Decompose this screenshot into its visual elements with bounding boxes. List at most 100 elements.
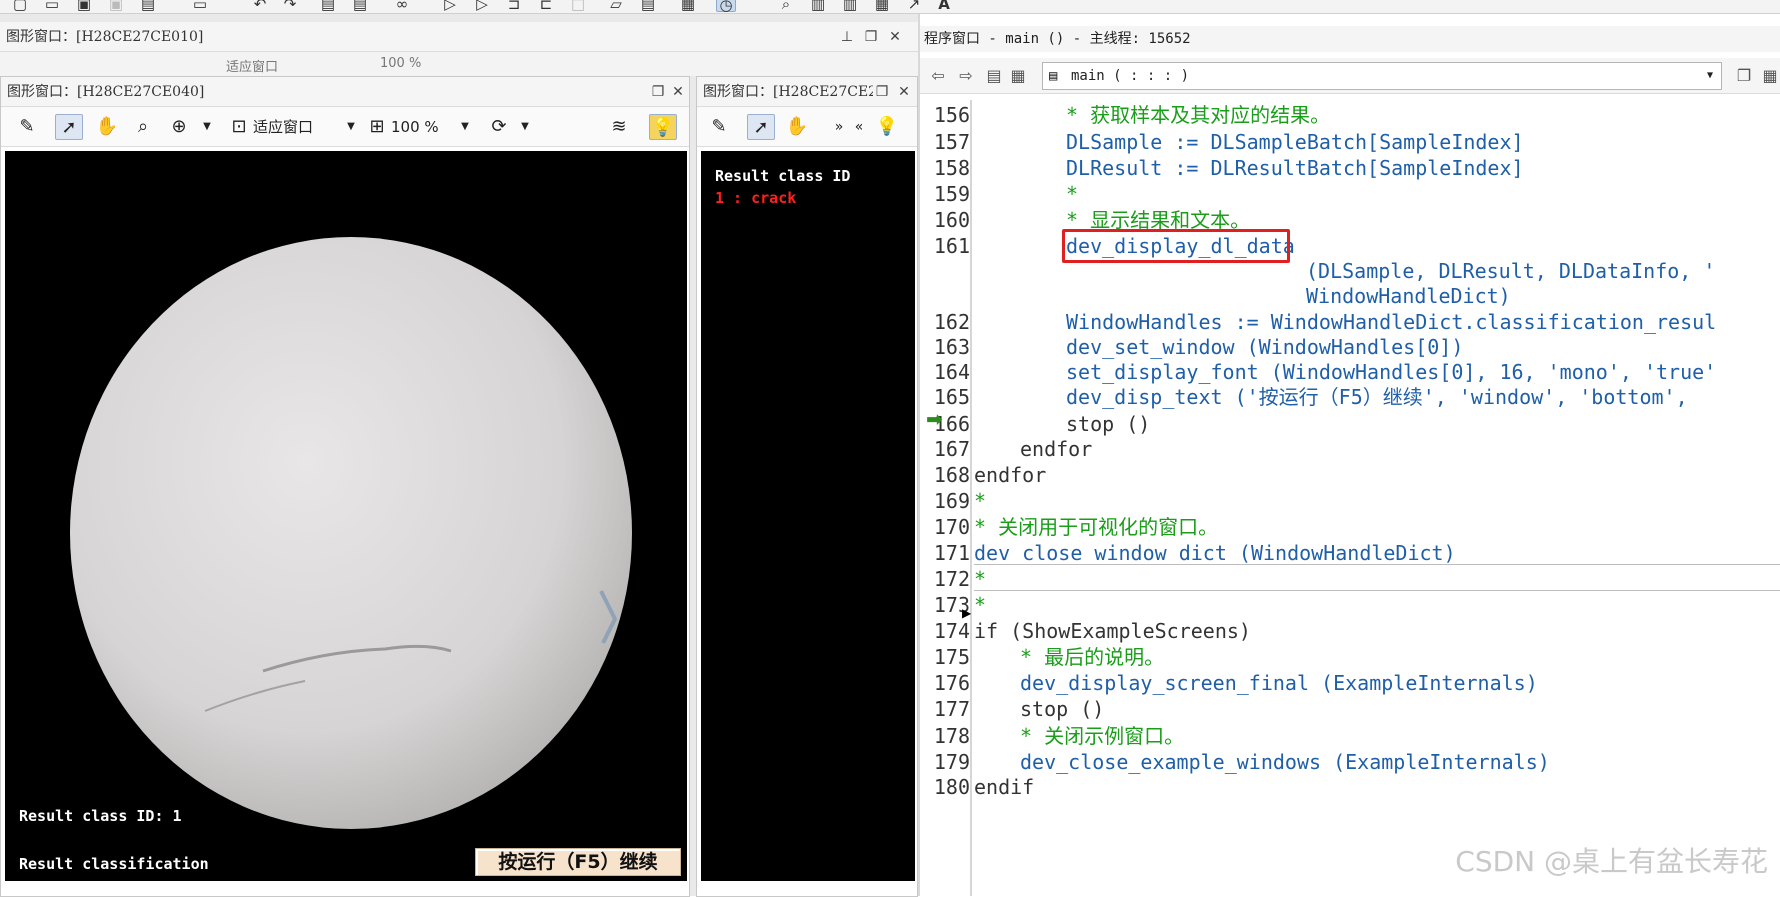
stop-icon: □: [570, 0, 586, 13]
continue-f5-button[interactable]: 按运行（F5）继续: [475, 848, 681, 876]
code-line[interactable]: dev_disp_text ('按运行（F5）继续', 'window', 'b…: [1066, 382, 1688, 412]
code-line[interactable]: DLResult := DLResultBatch[SampleIndex]: [1066, 153, 1524, 183]
layers-icon[interactable]: ≋: [605, 114, 633, 140]
clipboard-icon[interactable]: ▤: [982, 64, 1006, 88]
main-window-title-text: 图形窗口：[H28CE27CE040]: [7, 84, 205, 100]
code-line[interactable]: * 获取样本及其对应的结果。: [1066, 100, 1330, 130]
procedure-icon: ▤: [1049, 68, 1058, 84]
save-all-icon[interactable]: ▤: [138, 0, 158, 12]
hand-icon[interactable]: ✋: [93, 114, 121, 140]
binoculars-icon[interactable]: ∞: [392, 0, 412, 12]
main-window-toolbar: ✎ ➚ ✋ ⌕ ⊕ ▼ ⊡ 适应窗口 ▼ ⊞ 100 % ▼ ⟳ ▼ ≋ 💡: [1, 107, 689, 147]
back-graphics-window-title: 图形窗口：[H28CE27CE010] ⊥ ❐ ✕: [0, 22, 918, 52]
shape-tool-icon[interactable]: ⟳: [485, 114, 513, 140]
side-window-title-text: 图形窗口：[H28CE27CE2: [703, 84, 878, 100]
back-fit-label[interactable]: 适应窗口: [226, 56, 278, 75]
chart2-icon[interactable]: ▥: [840, 0, 860, 12]
hand-icon[interactable]: ✋: [783, 114, 811, 140]
pointer-icon[interactable]: ➚: [55, 114, 83, 140]
collapse-icon[interactable]: «: [845, 114, 873, 140]
code-editor[interactable]: 156 157 158 159 160 161 162 163 164 165 166 167 168 1…: [920, 100, 1780, 896]
code-line[interactable]: endif: [974, 772, 1034, 802]
main-window-title: 图形窗口：[H28CE27CE040] ❐ ✕: [1, 77, 689, 107]
legend-heading: Result class ID: [715, 167, 851, 185]
lightbulb-icon[interactable]: 💡: [649, 114, 677, 140]
run-icon[interactable]: ▷: [440, 0, 460, 12]
print-icon[interactable]: ▭: [190, 0, 210, 12]
back-window-title-text: 图形窗口：[H28CE27CE010]: [6, 29, 204, 45]
list-icon[interactable]: ▤: [638, 0, 658, 12]
clear-brush-icon[interactable]: ✎: [705, 114, 733, 140]
fit-window-label[interactable]: 适应窗口: [253, 114, 313, 140]
zoom-grid-icon[interactable]: ⊞: [363, 114, 391, 140]
font-icon[interactable]: A: [934, 0, 954, 12]
line-number: 161: [933, 234, 970, 258]
redo-icon[interactable]: ↷: [280, 0, 300, 12]
line-number: 156: [933, 103, 970, 127]
grid-icon[interactable]: ▦: [872, 0, 892, 12]
restore-icon[interactable]: ❐: [649, 77, 667, 106]
graphics-window-side: 图形窗口：[H28CE27CE2 ❐ ✕ ✎ ➚ ✋ » « 💡 Result …: [696, 76, 918, 897]
chevron-down-icon[interactable]: ▼: [451, 114, 479, 140]
chevron-down-icon[interactable]: ▼: [1707, 63, 1713, 89]
chart-icon[interactable]: ▥: [808, 0, 828, 12]
step-over-icon[interactable]: ⊐: [504, 0, 524, 12]
result-caption: Result classification: [19, 855, 209, 873]
back-window-toolbar: 适应窗口 100 %: [0, 52, 918, 76]
separator-line: [974, 564, 1780, 565]
pointer-icon[interactable]: ➚: [747, 114, 775, 140]
watermark: CSDN @桌上有盆长寿花: [1455, 845, 1768, 878]
pin-icon[interactable]: ⊥: [838, 22, 856, 51]
code-line[interactable]: stop (): [1020, 694, 1104, 724]
back-zoom-label[interactable]: 100 %: [380, 56, 421, 71]
graphics-window-main: 图形窗口：[H28CE27CE040] ❐ ✕ ✎ ➚ ✋ ⌕ ⊕ ▼ ⊡ 适应…: [0, 76, 690, 897]
save-icon[interactable]: ▣: [74, 0, 94, 12]
chevron-down-icon[interactable]: ▼: [337, 114, 365, 140]
remove-breakpoint-icon[interactable]: ▤: [350, 0, 370, 12]
class-legend-canvas[interactable]: Result class ID 1 : crack: [701, 151, 915, 881]
chevron-down-icon[interactable]: ▼: [511, 114, 539, 140]
code-line[interactable]: dev_close_example_windows (ExampleIntern…: [1020, 747, 1550, 777]
lightbulb-icon[interactable]: 💡: [873, 114, 901, 140]
magnifier-icon[interactable]: ⌕: [129, 114, 157, 140]
add-breakpoint-icon[interactable]: ▤: [318, 0, 338, 12]
side-window-toolbar: ✎ ➚ ✋ » « 💡: [697, 107, 917, 147]
close-icon[interactable]: ✕: [886, 22, 904, 51]
image-icon[interactable]: ▦: [678, 0, 698, 12]
line-number-gutter: 156 157 158 159 160 161 162 163 164 165 166 167 168 1…: [920, 100, 972, 896]
forward-arrow-icon[interactable]: ⇨: [954, 64, 978, 88]
program-window: 程序窗口 - main () - 主线程: 15652 ⇦ ⇨ ▤ ▦ ❐ ▦ …: [918, 14, 1780, 896]
clock-icon[interactable]: ◷: [716, 0, 736, 13]
chevron-down-icon[interactable]: ▼: [193, 114, 221, 140]
main-toolbar: ▢ ▭ ▣ ▣ ▤ ▭ ↶ ↷ ▤ ▤ ∞ ▷ ▷ ⊐ ⊏ □ ▱ ▤ ▦ ◷ …: [0, 0, 1780, 14]
close-icon[interactable]: ✕: [895, 77, 913, 106]
step-into-icon[interactable]: ⊏: [536, 0, 556, 12]
line-icon[interactable]: ↗: [904, 0, 924, 12]
restore-icon[interactable]: ❐: [862, 22, 880, 51]
undo-icon[interactable]: ↶: [250, 0, 270, 12]
close-icon[interactable]: ✕: [669, 77, 687, 106]
procedure-name: main ( : : : ): [1071, 68, 1190, 84]
step-icon[interactable]: ▷: [472, 0, 492, 12]
pill-shape: [70, 237, 632, 829]
settings-icon[interactable]: ▦: [1758, 64, 1780, 88]
graphics-area: 图形窗口：[H28CE27CE010] ⊥ ❐ ✕ 适应窗口 100 % 图形窗…: [0, 14, 918, 897]
pill-image: [70, 237, 632, 829]
back-arrow-icon[interactable]: ⇦: [926, 64, 950, 88]
new-file-icon[interactable]: ▢: [10, 0, 30, 12]
image-canvas[interactable]: Result class ID: 1 Result classification…: [5, 151, 687, 881]
fit-window-icon[interactable]: ⊡: [225, 114, 253, 140]
insert-icon[interactable]: ▱: [606, 0, 626, 12]
restore-icon[interactable]: ❐: [873, 77, 891, 106]
program-counter-arrow-icon: ➡: [926, 407, 943, 431]
search-icon[interactable]: ⌕: [776, 0, 796, 12]
result-class-text: Result class ID: 1: [19, 807, 182, 825]
procedure-select[interactable]: ▤ main ( : : : ) ▼: [1042, 62, 1722, 90]
line-number: 180: [933, 775, 970, 799]
zoom-value[interactable]: 100 %: [391, 114, 439, 140]
open-icon[interactable]: ▭: [42, 0, 62, 12]
copy-icon[interactable]: ❐: [1732, 64, 1756, 88]
clear-brush-icon[interactable]: ✎: [13, 114, 41, 140]
zoom-in-icon[interactable]: ⊕: [165, 114, 193, 140]
grid-icon[interactable]: ▦: [1006, 64, 1030, 88]
